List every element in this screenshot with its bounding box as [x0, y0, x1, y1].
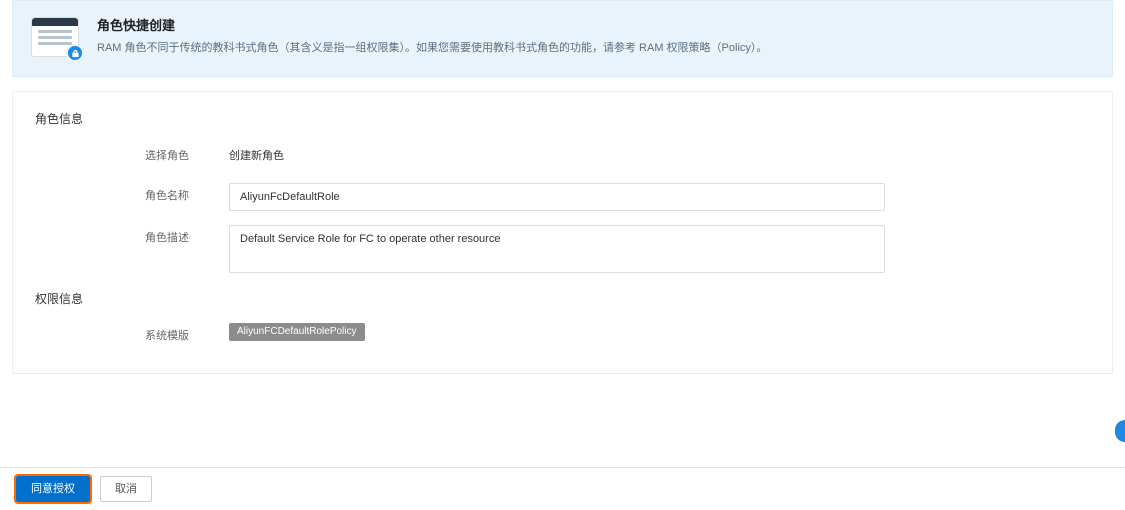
side-fab-icon[interactable] [1115, 420, 1125, 442]
lock-icon [66, 44, 84, 62]
policy-tag: AliyunFCDefaultRolePolicy [229, 323, 365, 341]
cancel-button[interactable]: 取消 [100, 476, 152, 502]
label-select-role: 选择角色 [35, 143, 195, 169]
label-role-name: 角色名称 [35, 183, 195, 209]
footer-bar: 同意授权 取消 [0, 467, 1125, 510]
role-desc-input[interactable] [229, 225, 885, 273]
role-illustration-icon [31, 17, 79, 57]
row-role-desc: 角色描述 [35, 225, 1090, 276]
value-select-role: 创建新角色 [195, 143, 284, 169]
role-name-input[interactable] [229, 183, 885, 211]
info-banner: 角色快捷创建 RAM 角色不同于传统的教科书式角色（其含义是指一组权限集）。如果… [12, 0, 1113, 77]
row-select-role: 选择角色 创建新角色 [35, 143, 1090, 169]
row-role-name: 角色名称 [35, 183, 1090, 211]
section-perm-title: 权限信息 [35, 290, 1090, 307]
banner-title: 角色快捷创建 [97, 15, 767, 34]
label-system-template: 系统模版 [35, 323, 195, 349]
section-role-title: 角色信息 [35, 110, 1090, 127]
label-role-desc: 角色描述 [35, 225, 195, 251]
banner-description: RAM 角色不同于传统的教科书式角色（其含义是指一组权限集）。如果您需要使用教科… [97, 40, 767, 58]
form-card: 角色信息 选择角色 创建新角色 角色名称 角色描述 权限信息 系统模版 Aliy… [12, 91, 1113, 374]
confirm-button[interactable]: 同意授权 [16, 476, 90, 502]
row-system-template: 系统模版 AliyunFCDefaultRolePolicy [35, 323, 1090, 349]
